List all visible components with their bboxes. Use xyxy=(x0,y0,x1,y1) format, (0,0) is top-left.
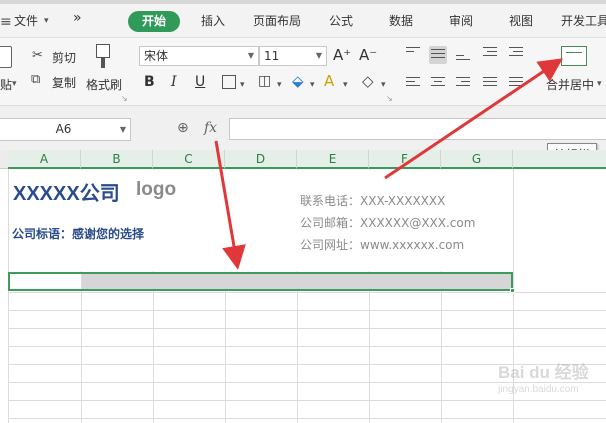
increase-indent-icon[interactable] xyxy=(507,44,525,62)
borders-dropdown-icon[interactable]: ▾ xyxy=(240,80,245,90)
tab-review[interactable]: 审阅 xyxy=(449,12,473,29)
bold-button[interactable]: B xyxy=(144,74,155,90)
format-painter-handle-icon xyxy=(101,58,105,68)
underline-button[interactable]: U xyxy=(195,74,205,90)
name-box-dropdown-icon[interactable]: ▼ xyxy=(120,119,126,140)
fill-color-dropdown-icon[interactable]: ▾ xyxy=(277,80,282,90)
merge-dropdown-icon[interactable]: ▾ xyxy=(597,79,602,89)
font-size-value: 11 xyxy=(264,49,280,63)
company-slogan: 公司标语：感谢您的选择 xyxy=(12,227,145,241)
copy-icon[interactable]: ⧉ xyxy=(31,72,40,87)
ribbon-home: 贴 ▾ ✂ 剪切 ⧉ 复制 格式刷 ↘ 宋体 ▼ 11 ▼ A⁺ A⁻ B I … xyxy=(0,38,606,106)
column-header-c[interactable]: C xyxy=(153,150,225,169)
tab-view[interactable]: 视图 xyxy=(509,12,533,29)
menu-file[interactable]: 文件 xyxy=(14,12,38,29)
copy-button[interactable]: 复制 xyxy=(52,74,76,91)
font-launcher-icon[interactable]: ↘ xyxy=(386,94,393,103)
clear-format-dropdown-icon[interactable]: ▾ xyxy=(381,80,386,90)
merge-center-button[interactable]: 合并居中 xyxy=(546,76,594,93)
font-name-value: 宋体 xyxy=(144,49,169,63)
column-header-d[interactable]: D xyxy=(225,150,297,169)
tab-home[interactable]: 开始 xyxy=(128,11,180,32)
paint-bucket-dropdown-icon[interactable]: ▾ xyxy=(310,80,315,90)
watermark-url: jingyan.baidu.com xyxy=(498,384,579,395)
align-bottom-icon[interactable] xyxy=(454,46,472,64)
insert-function-button[interactable]: fx xyxy=(204,120,217,136)
italic-button[interactable]: I xyxy=(171,74,177,90)
column-header-a[interactable]: A xyxy=(8,150,81,169)
font-name-combo[interactable]: 宋体 ▼ xyxy=(139,46,259,66)
distributed-icon[interactable] xyxy=(507,74,525,92)
cut-button[interactable]: 剪切 xyxy=(52,49,76,66)
gridline-h xyxy=(8,328,606,329)
gridline-h xyxy=(8,346,606,347)
name-box-value: A6 xyxy=(55,122,72,136)
gridline-h xyxy=(8,310,606,311)
tab-insert[interactable]: 插入 xyxy=(201,12,225,29)
align-center-icon[interactable] xyxy=(429,74,447,92)
align-right-icon[interactable] xyxy=(454,74,472,92)
paste-icon[interactable] xyxy=(0,46,12,68)
shrink-font-button[interactable]: A⁻ xyxy=(359,46,377,64)
justify-icon[interactable] xyxy=(481,74,499,92)
fill-handle[interactable] xyxy=(510,288,515,293)
formula-input[interactable] xyxy=(229,118,606,140)
decrease-indent-icon[interactable] xyxy=(481,44,499,62)
hamburger-icon[interactable]: ≡ xyxy=(0,14,12,30)
clear-format-icon[interactable]: ◇ xyxy=(362,72,374,90)
title-strip xyxy=(0,0,606,4)
gridline-h xyxy=(8,418,606,419)
paint-bucket-icon[interactable]: ⬙ xyxy=(292,72,304,90)
file-dropdown-icon[interactable]: ▾ xyxy=(44,16,49,26)
align-middle-icon[interactable] xyxy=(429,46,447,64)
tab-formulas[interactable]: 公式 xyxy=(329,12,353,29)
column-header-b[interactable]: B xyxy=(81,150,153,169)
company-name: XXXXX公司 xyxy=(13,183,120,205)
paste-dropdown-icon[interactable]: ▾ xyxy=(12,79,17,89)
watermark-brand: Bai du 经验 xyxy=(498,363,589,382)
clipboard-launcher-icon[interactable]: ↘ xyxy=(121,94,128,103)
menu-bar: ≡ 文件 ▾ » 开始 插入 页面布局 公式 数据 审阅 视图 开发工具 xyxy=(0,0,606,38)
scissors-icon[interactable]: ✂ xyxy=(32,48,43,63)
baidu-watermark: Bai du 经验 jingyan.baidu.com xyxy=(498,358,589,395)
column-header-blank xyxy=(513,150,606,169)
contact-phone: 联系电话：XXX-XXXXXXX xyxy=(300,194,446,208)
tab-developer[interactable]: 开发工具 xyxy=(561,12,606,29)
grow-font-button[interactable]: A⁺ xyxy=(333,46,351,64)
contact-website: 公司网址：www.xxxxxx.com xyxy=(300,238,465,252)
font-size-dropdown-icon[interactable]: ▼ xyxy=(316,47,322,65)
merge-center-icon[interactable] xyxy=(561,46,587,66)
format-painter-button[interactable]: 格式刷 xyxy=(86,76,122,93)
font-size-combo[interactable]: 11 ▼ xyxy=(259,46,327,66)
font-name-dropdown-icon[interactable]: ▼ xyxy=(248,47,254,65)
contact-email: 公司邮箱：XXXXXX@XXX.com xyxy=(300,216,476,230)
borders-icon[interactable] xyxy=(222,75,236,89)
wps-spreadsheet-window: ≡ 文件 ▾ » 开始 插入 页面布局 公式 数据 审阅 视图 开发工具 贴 ▾… xyxy=(0,0,606,423)
column-header-g[interactable]: G xyxy=(441,150,513,169)
align-top-icon[interactable] xyxy=(404,44,422,62)
font-color-dropdown-icon[interactable]: ▾ xyxy=(343,80,348,90)
fill-color-icon[interactable]: ◫ xyxy=(258,73,271,89)
font-color-icon[interactable]: A xyxy=(324,72,334,90)
format-painter-icon[interactable] xyxy=(96,44,110,58)
gridline-h xyxy=(8,292,606,293)
column-header-f[interactable]: F xyxy=(369,150,441,169)
more-tabs-icon[interactable]: » xyxy=(73,10,82,26)
selected-row-a6[interactable] xyxy=(8,272,513,291)
select-all-corner[interactable] xyxy=(0,150,8,169)
gridline-h xyxy=(8,400,606,401)
column-header-e[interactable]: E xyxy=(297,150,369,169)
tab-data[interactable]: 数据 xyxy=(389,12,413,29)
paste-label[interactable]: 贴 xyxy=(0,76,12,93)
align-left-icon[interactable] xyxy=(404,74,422,92)
name-box[interactable]: A6 ▼ xyxy=(0,118,131,141)
zoom-search-icon[interactable]: ⊕ xyxy=(177,120,189,136)
logo-placeholder: logo xyxy=(136,179,177,200)
tab-page-layout[interactable]: 页面布局 xyxy=(253,12,301,29)
